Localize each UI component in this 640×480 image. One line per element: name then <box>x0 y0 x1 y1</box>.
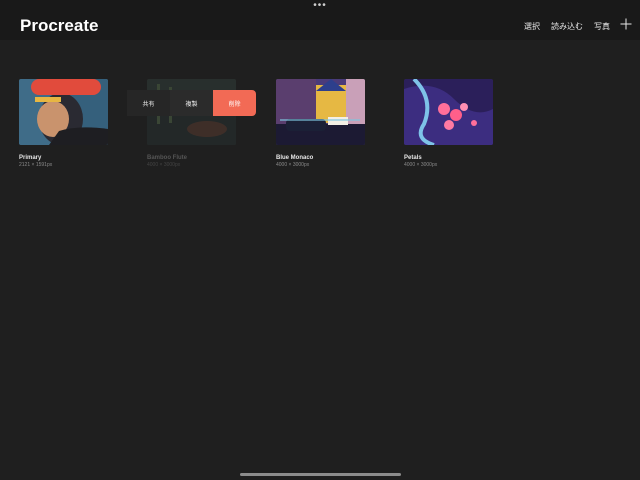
artwork-swipe-actions: 共有 複製 削除 <box>127 90 256 116</box>
artwork-dimensions: 2121 × 1591px <box>19 162 53 168</box>
artwork-card[interactable]: Petals 4000 × 3000px <box>404 79 494 168</box>
street-artwork-image <box>276 79 365 145</box>
artwork-title: Blue Monaco <box>276 155 314 161</box>
artwork-dimensions: 4000 × 3000px <box>147 162 181 168</box>
artwork-thumbnail[interactable] <box>19 79 108 145</box>
import-button[interactable]: 読み込む <box>551 21 583 32</box>
artwork-dimensions: 4000 × 3000px <box>404 162 438 168</box>
artwork-title: Petals <box>404 155 422 161</box>
artwork-title: Bamboo Flute <box>147 155 187 161</box>
delete-button[interactable]: 削除 <box>213 90 256 116</box>
app-title: Procreate <box>20 16 99 35</box>
more-options-icon[interactable]: ••• <box>313 1 327 11</box>
duplicate-button[interactable]: 複製 <box>170 90 213 116</box>
share-button[interactable]: 共有 <box>127 90 170 116</box>
artwork-title: Primary <box>19 155 42 161</box>
home-indicator[interactable] <box>240 473 401 476</box>
header-nav: 選択 読み込む 写真 <box>513 18 632 32</box>
artwork-thumbnail[interactable] <box>404 79 493 145</box>
artwork-card[interactable]: Blue Monaco 4000 × 3000px <box>276 79 366 168</box>
photo-button[interactable]: 写真 <box>594 21 610 32</box>
procreate-gallery: ••• Procreate 選択 読み込む 写真 Primary 2121 × … <box>0 0 640 480</box>
artwork-card[interactable]: Primary 2121 × 1591px <box>19 79 109 168</box>
petals-artwork-image <box>404 79 493 145</box>
artwork-dimensions: 4000 × 3000px <box>276 162 310 168</box>
plus-icon[interactable] <box>620 18 632 30</box>
portrait-artwork-image <box>19 79 108 145</box>
gallery-header: ••• Procreate 選択 読み込む 写真 <box>0 0 640 40</box>
select-button[interactable]: 選択 <box>524 21 540 32</box>
artwork-thumbnail[interactable] <box>276 79 365 145</box>
